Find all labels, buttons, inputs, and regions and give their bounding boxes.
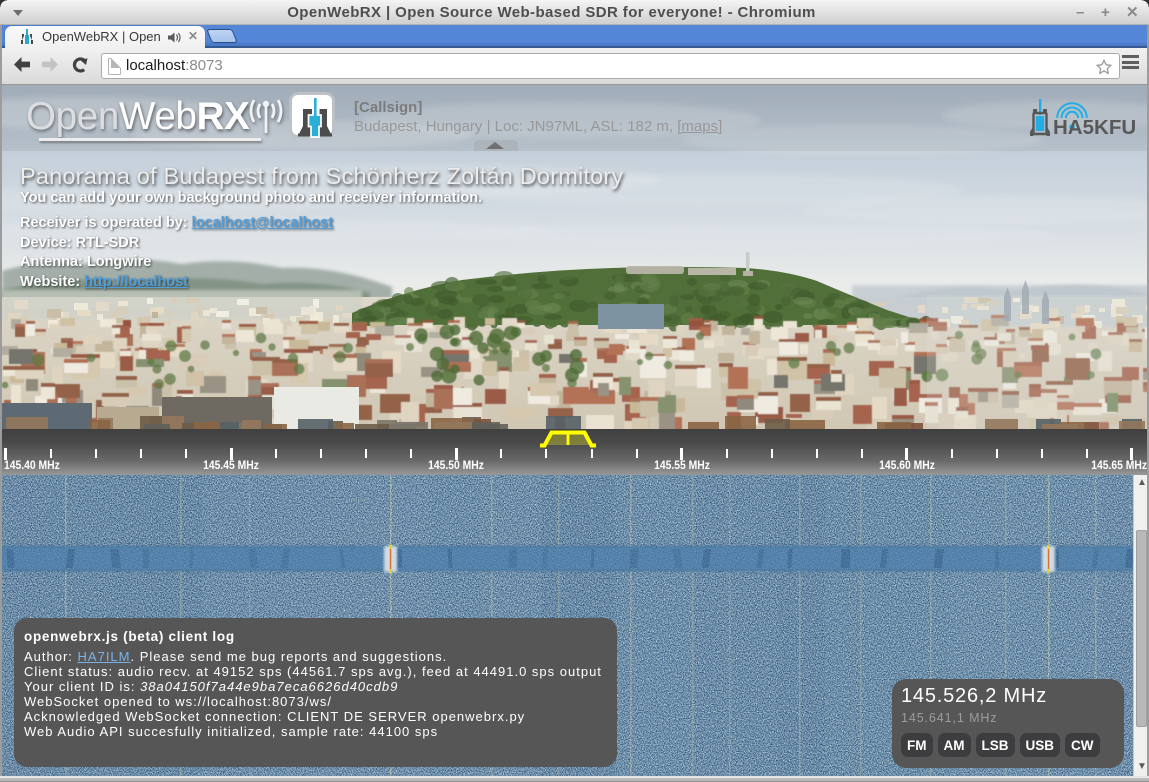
svg-text:HA5KFU: HA5KFU	[1053, 116, 1136, 139]
